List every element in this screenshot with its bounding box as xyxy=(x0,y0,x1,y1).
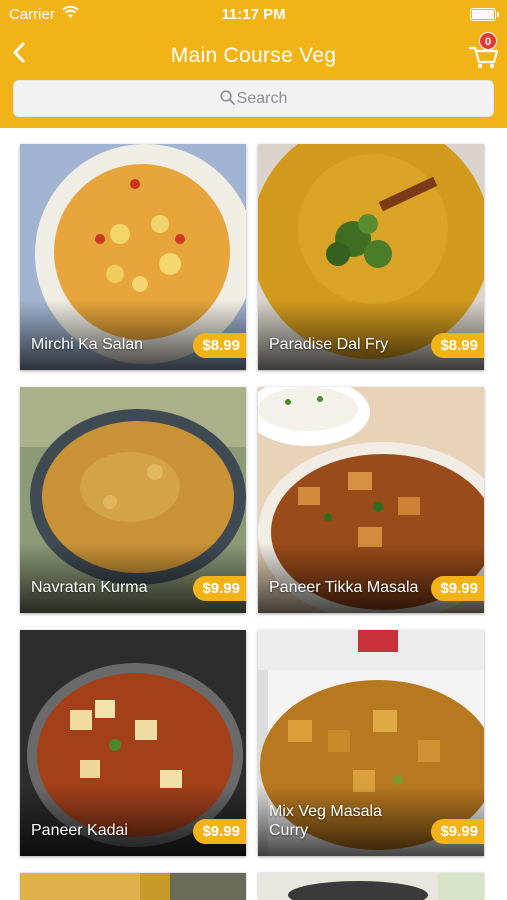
item-name: Paneer Tikka Masala xyxy=(269,579,419,596)
item-name: Paradise Dal Fry xyxy=(269,336,389,353)
item-price-badge: $9.99 xyxy=(193,819,246,844)
app-header: Carrier 11:17 PM Main Course Veg 0 Searc… xyxy=(0,0,507,128)
cart-count-badge: 0 xyxy=(479,32,497,50)
menu-item-card[interactable]: Mirchi Ka Salan $8.99 xyxy=(20,144,246,370)
item-name: Paneer Kadai xyxy=(31,822,128,839)
item-price-badge: $8.99 xyxy=(193,333,246,358)
search-icon xyxy=(220,90,235,105)
menu-item-card-partial[interactable] xyxy=(258,873,484,900)
menu-item-card[interactable]: Navratan Kurma $9.99 xyxy=(20,387,246,613)
search-placeholder: Search xyxy=(236,90,288,107)
menu-item-card[interactable]: Paneer Kadai $9.99 xyxy=(20,630,246,856)
item-price-badge: $9.99 xyxy=(431,819,484,844)
status-time: 11:17 PM xyxy=(221,6,286,23)
battery-icon xyxy=(470,8,499,21)
search-input[interactable]: Search xyxy=(13,80,494,117)
menu-item-card[interactable]: Paradise Dal Fry $8.99 xyxy=(258,144,484,370)
item-price-badge: $9.99 xyxy=(193,576,246,601)
search-placeholder-wrap: Search xyxy=(14,90,493,108)
food-photo xyxy=(20,873,246,900)
item-name: Mirchi Ka Salan xyxy=(31,336,144,353)
menu-item-card[interactable]: Paneer Tikka Masala $9.99 xyxy=(258,387,484,613)
item-name: Mix Veg Masala Curry xyxy=(269,803,382,839)
menu-item-card-partial[interactable] xyxy=(20,873,246,900)
item-price-badge: $8.99 xyxy=(431,333,484,358)
menu-item-card[interactable]: Mix Veg Masala Curry $9.99 xyxy=(258,630,484,856)
item-price-badge: $9.99 xyxy=(431,576,484,601)
food-photo xyxy=(258,873,484,900)
status-bar: Carrier 11:17 PM xyxy=(0,0,507,28)
item-name: Navratan Kurma xyxy=(31,579,148,596)
page-title: Main Course Veg xyxy=(170,44,337,67)
